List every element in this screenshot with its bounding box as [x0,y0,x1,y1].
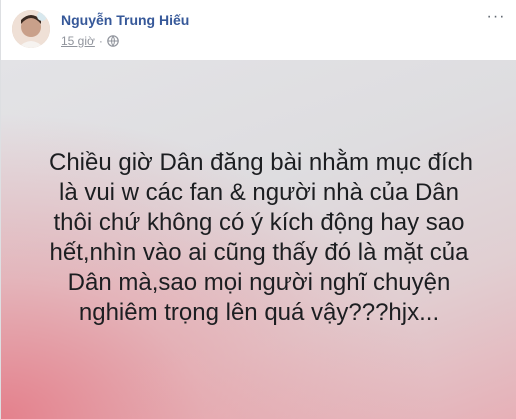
post-meta: 15 giờ · [61,33,119,49]
status-line: là vui w các fan & người nhà của Dân [58,178,460,206]
status-line: nghiêm trọng lên quá vậy???hjx... [78,298,440,326]
post-header: Nguyễn Trung Hiếu 15 giờ · ··· [1,0,516,60]
avatar-photo [12,10,50,48]
globe-icon[interactable] [107,35,119,47]
status-line: hết,nhìn vào ai cũng thấy đó là mặt của [49,238,469,266]
post-timestamp[interactable]: 15 giờ [61,34,95,48]
status-line: Dân mà,sao mọi người nghĩ chuyện [67,268,451,296]
status-text: Chiều giờ Dân đăng bài nhằm mục đích là … [49,148,473,328]
facebook-post: Nguyễn Trung Hiếu 15 giờ · ··· Chiều giờ… [0,0,516,419]
meta-separator: · [98,34,103,48]
author-name[interactable]: Nguyễn Trung Hiếu [61,12,189,28]
status-line: thôi chứ không có ý kích động hay sao [53,208,465,236]
status-line: Chiều giờ Dân đăng bài nhằm mục đích [49,148,473,176]
more-options-button[interactable]: ··· [485,8,507,25]
colored-status-background: Chiều giờ Dân đăng bài nhằm mục đích là … [1,60,516,419]
ellipsis-icon: ··· [486,8,506,25]
author-avatar[interactable] [12,10,50,48]
